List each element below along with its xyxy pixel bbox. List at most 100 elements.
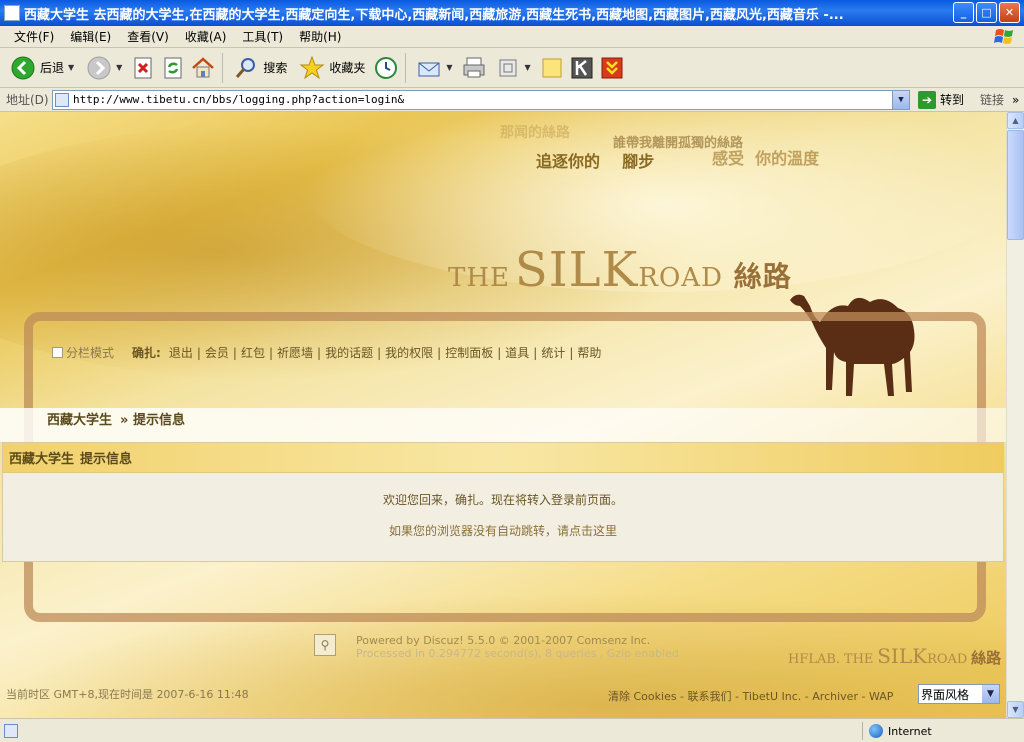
favorites-label: 收藏夹 xyxy=(329,61,366,75)
style-select[interactable]: 界面风格 ▼ xyxy=(918,684,1000,704)
zone-label: Internet xyxy=(888,724,932,738)
message-header-title: 提示信息 xyxy=(80,452,133,467)
mail-dropdown-icon[interactable]: ▼ xyxy=(446,63,452,72)
links-toolbar[interactable]: 链接 xyxy=(980,91,1004,108)
breadcrumb-forum[interactable]: 西藏大学生 xyxy=(47,413,112,428)
forward-dropdown-icon[interactable]: ▼ xyxy=(116,63,122,72)
welcome-message: 欢迎您回来，确扎。现在将转入登录前页面。 xyxy=(382,493,623,507)
go-arrow-icon: ➔ xyxy=(918,90,936,109)
go-button[interactable]: ➔ 转到 xyxy=(918,90,964,109)
nav-items[interactable]: 道具 xyxy=(501,344,533,361)
window-title: 西藏大学生 去西藏的大学生,在西藏的大学生,西藏定向生,下载中心,西藏新闻,西藏… xyxy=(24,7,844,23)
wap-link[interactable]: WAP xyxy=(869,690,893,703)
brand-silk: SILK xyxy=(514,242,639,298)
split-mode-checkbox[interactable] xyxy=(52,347,63,358)
contact-link[interactable]: 联系我们 xyxy=(688,690,732,703)
nav-redpacket[interactable]: 红包 xyxy=(237,344,269,361)
nav-help[interactable]: 帮助 xyxy=(573,344,605,361)
menu-favorites[interactable]: 收藏(A) xyxy=(177,28,235,45)
menu-file[interactable]: 文件(F) xyxy=(6,28,62,45)
redirect-link[interactable]: 如果您的浏览器没有自动跳转，请点击这里 xyxy=(389,524,617,538)
mail-button[interactable]: ▼ xyxy=(412,53,456,83)
powered-text: Powered by Discuz! 5.5.0 © 2001-2007 Com… xyxy=(356,634,651,647)
nav-logout[interactable]: 退出 xyxy=(165,344,197,361)
style-select-value: 界面风格 xyxy=(921,687,970,702)
menu-view[interactable]: 查看(V) xyxy=(119,28,177,45)
stop-icon[interactable] xyxy=(130,55,156,81)
address-label: 地址(D) xyxy=(6,93,49,107)
web-content: 那闻的絲路 誰帶我離開孤獨的絲路 追逐你的 腳步 感受 你的溫度 THE SIL… xyxy=(0,112,1006,718)
hflab-silk: SILK xyxy=(877,644,928,668)
username: 确扎: xyxy=(132,346,161,360)
powered-by: Powered by Discuz! 5.5.0 © 2001-2007 Com… xyxy=(356,634,679,660)
hflab-text: HFLAB. xyxy=(788,652,841,667)
print-icon[interactable] xyxy=(461,55,487,81)
nav-control-panel[interactable]: 控制面板 xyxy=(441,344,497,361)
search-icon xyxy=(236,57,256,78)
maximize-button[interactable]: □ xyxy=(976,2,997,23)
banner-slogan-right-1: 感受 xyxy=(712,149,745,168)
scroll-down-icon[interactable]: ▼ xyxy=(1007,701,1024,718)
nav-stats[interactable]: 统计 xyxy=(537,344,569,361)
hflab-logo: HFLAB. THE SILKROAD 絲路 xyxy=(788,644,1001,668)
page-icon xyxy=(55,92,69,107)
edit-dropdown-icon[interactable]: ▼ xyxy=(525,63,531,72)
brand-road: ROAD xyxy=(638,263,723,293)
address-dropdown-icon[interactable]: ▼ xyxy=(892,90,909,109)
note-icon[interactable] xyxy=(539,55,565,81)
edit-page-icon xyxy=(499,59,517,76)
silk-road-logo: THE SILKROAD 絲路 xyxy=(448,242,792,298)
scroll-up-icon[interactable]: ▲ xyxy=(1007,112,1024,129)
refresh-icon[interactable] xyxy=(160,55,186,81)
window-title-bar: 西藏大学生 去西藏的大学生,在西藏的大学生,西藏定向生,下载中心,西藏新闻,西藏… xyxy=(0,0,1024,26)
timezone-info: 当前时区 GMT+8,现在时间是 2007-6-16 11:48 xyxy=(6,688,249,701)
redirect-message: 如果您的浏览器没有自动跳转，请点击这里 xyxy=(3,522,1003,539)
split-mode-label[interactable]: 分栏模式 xyxy=(66,344,114,361)
nav-my-topics[interactable]: 我的话题 xyxy=(321,344,377,361)
close-button[interactable]: ✕ xyxy=(999,2,1020,23)
banner-slogan-main-1: 追逐你的 xyxy=(536,152,601,171)
k-plugin-icon[interactable] xyxy=(569,55,595,81)
message-box: 西藏大学生 提示信息 欢迎您回来，确扎。现在将转入登录前页面。 如果您的浏览器没… xyxy=(2,442,1004,562)
vertical-scrollbar[interactable]: ▲ ▼ xyxy=(1006,112,1024,718)
message-header: 西藏大学生 提示信息 xyxy=(3,443,1003,473)
globe-icon xyxy=(869,724,883,738)
home-icon[interactable] xyxy=(190,55,216,81)
archiver-link[interactable]: Archiver xyxy=(812,690,858,703)
nav-wish-wall[interactable]: 祈愿墙 xyxy=(273,344,317,361)
favorites-button[interactable]: 收藏夹 xyxy=(295,53,369,83)
back-dropdown-icon[interactable]: ▼ xyxy=(68,63,74,72)
menu-tools[interactable]: 工具(T) xyxy=(234,28,291,45)
menu-help[interactable]: 帮助(H) xyxy=(291,28,349,45)
clear-cookies-link[interactable]: 清除 Cookies xyxy=(608,690,677,703)
footer-links: 清除 Cookies - 联系我们 - TibetU Inc. - Archiv… xyxy=(608,690,894,703)
links-chevron-icon[interactable]: » xyxy=(1012,93,1019,107)
discuz-icon[interactable]: ⚲ xyxy=(314,634,336,656)
page-status-icon xyxy=(4,723,18,738)
menu-edit[interactable]: 编辑(E) xyxy=(62,28,119,45)
download-plugin-icon[interactable] xyxy=(599,55,625,81)
history-icon[interactable] xyxy=(373,55,399,81)
address-bar: 地址(D) ▼ ➔ 转到 链接 » xyxy=(0,88,1024,112)
mail-icon xyxy=(418,62,440,76)
star-icon xyxy=(299,55,325,79)
search-button[interactable]: 搜索 xyxy=(229,53,291,83)
style-select-arrow-icon[interactable]: ▼ xyxy=(982,685,999,703)
address-input[interactable] xyxy=(73,93,883,106)
back-button[interactable]: 后退 ▼ xyxy=(6,53,78,83)
security-zone: Internet xyxy=(862,722,932,740)
message-header-forum: 西藏大学生 xyxy=(9,452,75,467)
nav-members[interactable]: 会员 xyxy=(201,344,233,361)
menu-bar: 文件(F) 编辑(E) 查看(V) 收藏(A) 工具(T) 帮助(H) xyxy=(0,26,1024,48)
nav-my-permissions[interactable]: 我的权限 xyxy=(381,344,437,361)
minimize-button[interactable]: _ xyxy=(953,2,974,23)
scroll-thumb[interactable] xyxy=(1007,130,1024,240)
company-link[interactable]: TibetU Inc. xyxy=(743,690,802,703)
banner-slogan-faded: 那闻的絲路 xyxy=(500,125,570,141)
edit-button[interactable]: ▼ xyxy=(491,53,535,83)
banner-slogan-right-2: 你的溫度 xyxy=(755,149,820,168)
hflab-the: THE xyxy=(843,652,874,667)
forward-button[interactable]: ▼ xyxy=(82,53,126,83)
status-bar: Internet xyxy=(0,718,1024,742)
forward-arrow-icon xyxy=(87,56,111,79)
